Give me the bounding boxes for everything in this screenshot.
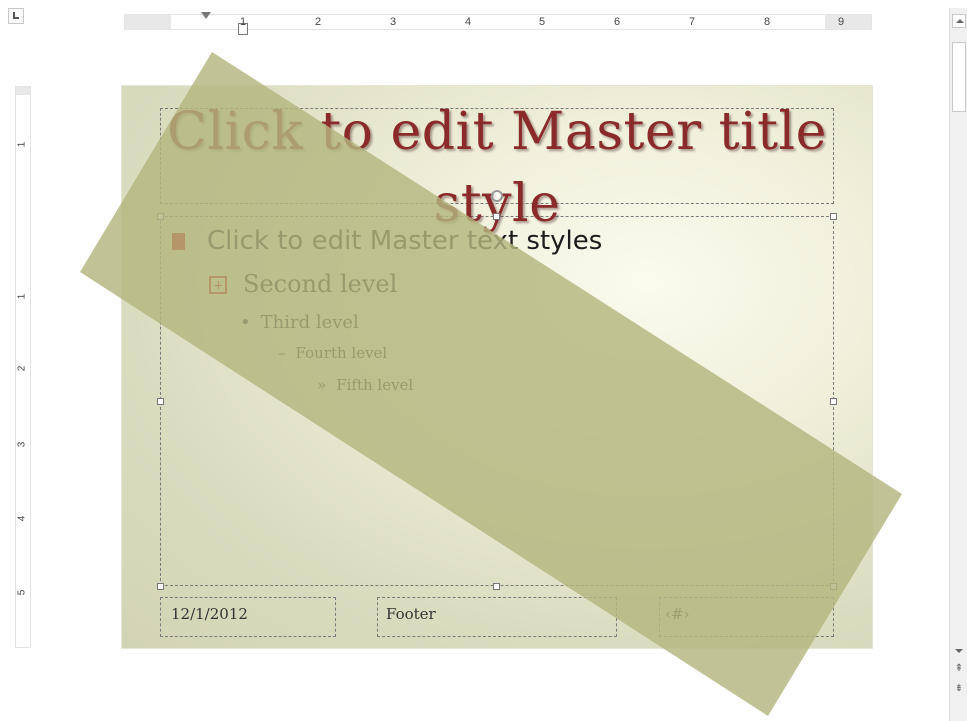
text-level-3: • Third level — [240, 312, 359, 333]
level-1-label: Click to edit Master text styles — [207, 226, 603, 256]
resize-handle[interactable] — [830, 583, 837, 590]
resize-handle[interactable] — [157, 213, 164, 220]
rotation-handle-icon[interactable] — [491, 190, 503, 202]
ruler-number: 7 — [688, 16, 696, 28]
date-text: 12/1/2012 — [171, 605, 248, 623]
ruler-number: 3 — [16, 441, 28, 448]
outlined-square-bullet-icon — [209, 276, 227, 294]
resize-handle[interactable] — [830, 398, 837, 405]
ruler-margin-right — [825, 15, 871, 29]
ruler-number: 2 — [314, 16, 322, 28]
level-4-label: Fourth level — [295, 344, 388, 362]
resize-handle[interactable] — [493, 583, 500, 590]
ruler-number: 2 — [16, 365, 28, 372]
previous-slide-icon[interactable]: ⇞ — [954, 664, 964, 676]
text-level-4: – Fourth level — [278, 344, 387, 362]
ruler-number: 4 — [464, 16, 472, 28]
resize-handle[interactable] — [157, 583, 164, 590]
first-line-indent-marker[interactable] — [201, 12, 211, 19]
vertical-ruler[interactable]: 1 1 2 3 4 5 — [15, 86, 31, 648]
ruler-number: 3 — [389, 16, 397, 28]
ruler-number: 5 — [16, 589, 28, 596]
horizontal-ruler[interactable]: 1 2 3 4 5 6 7 8 9 — [124, 12, 872, 35]
slide-number-text: ‹#› — [665, 605, 690, 623]
scroll-down-button[interactable] — [952, 644, 966, 658]
text-level-2: Second level — [209, 270, 397, 298]
footer-text: Footer — [386, 605, 436, 623]
ruler-margin-top — [16, 87, 30, 95]
ruler-number: 9 — [837, 16, 845, 28]
resize-handle[interactable] — [493, 213, 500, 220]
ruler-number: 1 — [16, 141, 28, 148]
ruler-number: 1 — [239, 16, 247, 28]
text-level-5: » Fifth level — [317, 376, 413, 394]
scroll-thumb[interactable] — [952, 42, 966, 112]
ruler-number: 5 — [538, 16, 546, 28]
slide-master[interactable]: Click to edit Master title style Click t… — [122, 86, 872, 648]
ruler-number: 8 — [763, 16, 771, 28]
ruler-number: 6 — [613, 16, 621, 28]
square-bullet-icon — [172, 233, 185, 250]
scroll-up-button[interactable] — [952, 14, 966, 28]
ruler-margin-left — [125, 15, 171, 29]
text-level-1: Click to edit Master text styles — [172, 226, 602, 256]
resize-handle[interactable] — [830, 213, 837, 220]
level-5-label: Fifth level — [336, 376, 414, 394]
resize-handle[interactable] — [157, 398, 164, 405]
ruler-number: 4 — [16, 515, 28, 522]
level-2-label: Second level — [243, 270, 398, 298]
next-slide-icon[interactable]: ⇟ — [954, 684, 964, 696]
dash-bullet-icon: – — [278, 344, 286, 362]
dot-bullet-icon: • — [240, 312, 251, 333]
ruler-number: 1 — [16, 293, 28, 300]
tab-stop-icon — [13, 12, 19, 19]
level-3-label: Third level — [260, 312, 359, 333]
chevron-bullet-icon: » — [317, 376, 327, 394]
vertical-scrollbar[interactable]: ⇞ ⇟ — [949, 8, 967, 721]
tab-selector[interactable] — [8, 8, 24, 24]
